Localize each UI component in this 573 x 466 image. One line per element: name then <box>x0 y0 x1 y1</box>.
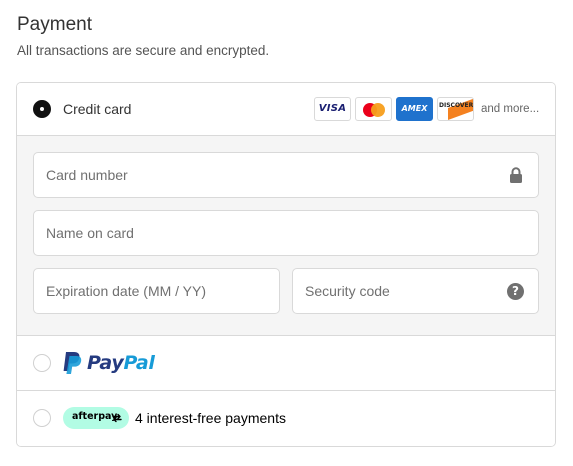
afterpay-arrows-icon <box>112 413 122 423</box>
paypal-pay-text: Pay <box>87 352 124 374</box>
card-number-field[interactable] <box>33 152 539 198</box>
afterpay-label: 4 interest-free payments <box>135 410 286 426</box>
paypal-radio[interactable] <box>33 354 51 372</box>
security-code-field[interactable]: ? <box>292 268 539 314</box>
visa-icon: VISA <box>314 97 351 121</box>
expiration-date-input[interactable] <box>34 269 279 313</box>
afterpay-logo: afterpay <box>63 407 129 429</box>
help-icon[interactable]: ? <box>507 283 524 300</box>
credit-card-form: ? <box>17 136 555 336</box>
credit-card-label: Credit card <box>63 101 132 117</box>
discover-text: DISCOVER <box>439 102 474 109</box>
payment-subtitle: All transactions are secure and encrypte… <box>17 43 270 58</box>
credit-card-radio[interactable] <box>33 100 51 118</box>
lock-icon <box>510 167 522 183</box>
expiration-date-field[interactable] <box>33 268 280 314</box>
discover-icon: DISCOVER <box>437 97 474 121</box>
mastercard-icon <box>355 97 392 121</box>
paypal-p-icon <box>63 352 82 374</box>
name-on-card-field[interactable] <box>33 210 539 256</box>
afterpay-radio[interactable] <box>33 409 51 427</box>
payment-methods-panel: Credit card VISA AMEX DISCOVER and more.… <box>16 82 556 447</box>
payment-title: Payment <box>17 14 92 35</box>
amex-icon: AMEX <box>396 97 433 121</box>
amex-text: AMEX <box>401 104 428 113</box>
afterpay-option[interactable]: afterpay 4 interest-free payments <box>17 391 555 446</box>
paypal-pal-text: Pal <box>123 352 155 374</box>
name-on-card-input[interactable] <box>34 211 538 255</box>
card-number-input[interactable] <box>34 153 538 197</box>
card-brand-icons: VISA AMEX DISCOVER <box>314 97 474 121</box>
credit-card-option[interactable]: Credit card VISA AMEX DISCOVER and more.… <box>17 83 555 136</box>
paypal-wordmark: PayPal <box>87 352 155 374</box>
paypal-logo: PayPal <box>62 350 155 376</box>
visa-text: VISA <box>318 103 347 114</box>
paypal-option[interactable]: PayPal <box>17 336 555 391</box>
and-more-text: and more... <box>481 103 540 115</box>
security-code-input[interactable] <box>293 269 538 313</box>
